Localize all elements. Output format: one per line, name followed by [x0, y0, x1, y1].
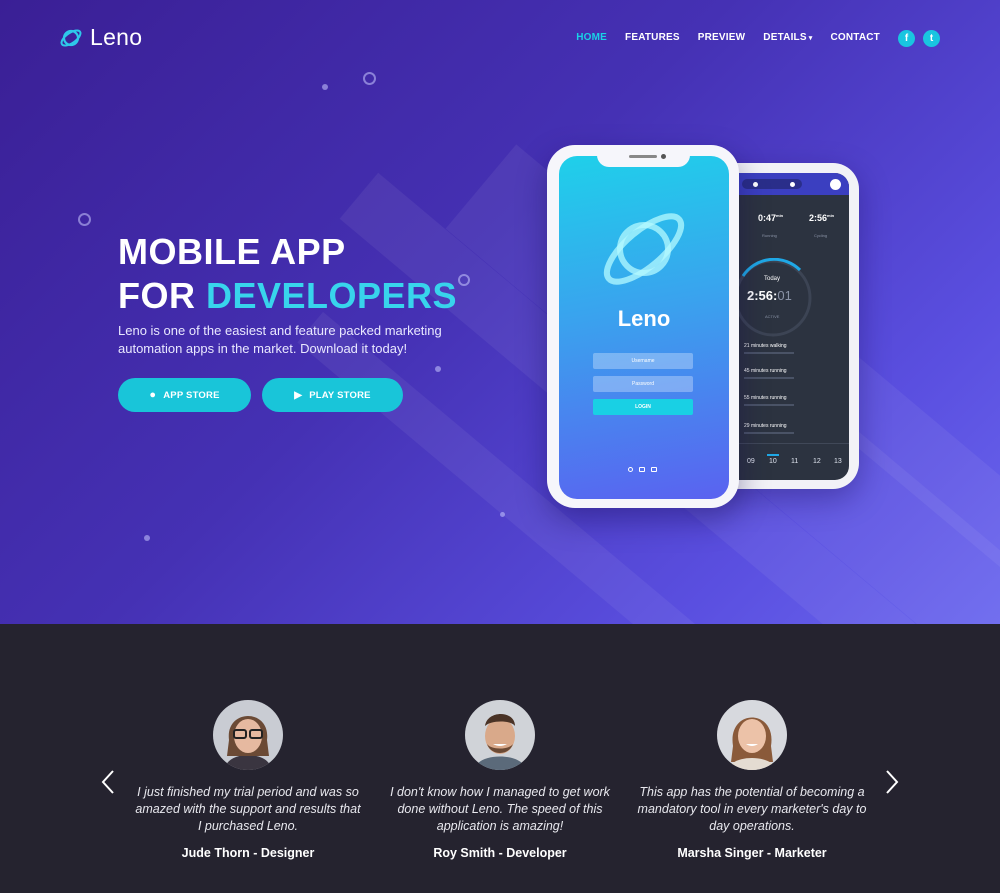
web-icon[interactable] — [628, 467, 633, 472]
camera — [661, 154, 666, 159]
divider — [738, 443, 849, 444]
nav-preview[interactable]: PREVIEW — [698, 32, 746, 43]
stat2-number: 2:56 — [809, 213, 828, 223]
activity-meta — [744, 404, 794, 406]
drop-icon — [790, 182, 795, 187]
brand-logo[interactable]: Leno — [58, 24, 142, 51]
leno-app-logo-icon — [603, 213, 685, 285]
decorative-ring — [78, 213, 91, 226]
twitter-icon[interactable] — [639, 467, 645, 472]
testimonial-author: Jude Thorn - Designer — [181, 846, 315, 860]
activity-item: 21 minutes walking — [744, 343, 787, 349]
hero-section: Leno HOME FEATURES PREVIEW DETAILS ▾ CONT… — [0, 0, 1000, 624]
app-store-button[interactable]: ● APP STORE — [118, 378, 251, 412]
nav-details[interactable]: DETAILS ▾ — [763, 32, 812, 43]
testimonial-quote: I just finished my trial period and was … — [135, 785, 361, 833]
stat2-unit: min — [827, 213, 835, 218]
activity-meta — [744, 432, 794, 434]
apple-icon: ● — [149, 389, 157, 401]
phone-back-screen: 0:47min Running 2:56min Cycling Today 2:… — [738, 173, 849, 480]
decorative-dot — [322, 84, 328, 90]
testimonial-author: Roy Smith - Developer — [433, 846, 567, 860]
username-field[interactable]: Username — [593, 353, 693, 369]
day-11[interactable]: 11 — [791, 458, 798, 465]
activity-meta — [744, 377, 794, 379]
nav-details-label: DETAILS — [763, 32, 807, 43]
decorative-dot — [144, 535, 150, 541]
hero-title-line2: FOR DEVELOPERS — [118, 274, 457, 318]
main-nav: HOME FEATURES PREVIEW DETAILS ▾ CONTACT — [576, 32, 880, 43]
activity-item: 55 minutes running — [744, 395, 787, 401]
leno-logo-icon — [60, 28, 82, 47]
login-button[interactable]: LOGIN — [593, 399, 693, 415]
testimonial-quote: I don't know how I managed to get work d… — [390, 785, 610, 833]
stat1-label: Running — [762, 233, 777, 238]
prev-arrow-icon[interactable] — [98, 768, 118, 796]
timer-status: ACTIVE — [765, 314, 780, 319]
decorative-ring — [363, 72, 376, 85]
testimonial-author: Marsha Singer - Marketer — [677, 846, 827, 860]
timer-dim: 01 — [777, 288, 792, 303]
stat1-unit: min — [776, 213, 784, 218]
activity-item: 29 minutes running — [744, 423, 787, 429]
selected-day-indicator — [767, 454, 779, 456]
day-09[interactable]: 09 — [747, 458, 755, 465]
hero-title-accent: DEVELOPERS — [206, 275, 458, 316]
decorative-ring — [458, 274, 470, 286]
nav-contact[interactable]: CONTACT — [830, 32, 880, 43]
play-store-label: PLAY STORE — [309, 389, 371, 401]
activity-meta — [744, 352, 794, 354]
avatar-jude — [213, 700, 283, 770]
play-icon: ▶ — [294, 389, 303, 401]
youtube-icon[interactable] — [651, 467, 657, 472]
play-store-button[interactable]: ▶ PLAY STORE — [262, 378, 403, 412]
facebook-icon[interactable]: f — [898, 30, 915, 47]
decorative-dot — [500, 512, 505, 517]
hero-title: MOBILE APP FOR DEVELOPERS — [118, 230, 457, 318]
day-10[interactable]: 10 — [769, 458, 777, 465]
next-arrow-icon[interactable] — [882, 768, 902, 796]
brand-name: Leno — [90, 24, 143, 50]
avatar — [465, 700, 535, 770]
app-tab-bar — [738, 173, 849, 195]
today-label: Today — [764, 276, 781, 282]
profile-icon — [830, 179, 841, 190]
avatar-marsha — [717, 700, 787, 770]
hero-subtitle: Leno is one of the easiest and feature p… — [118, 323, 442, 356]
app-store-label: APP STORE — [163, 389, 220, 401]
stat2-value: 2:56min — [809, 213, 834, 223]
stat1-number: 0:47 — [758, 213, 777, 223]
app-name: Leno — [617, 306, 671, 331]
decorative-dot — [435, 366, 441, 372]
day-13[interactable]: 13 — [834, 458, 842, 465]
nav-home[interactable]: HOME — [576, 32, 607, 43]
hero-title-line2-white: FOR — [118, 275, 206, 316]
timer-main: 2:56: — [747, 288, 778, 303]
speaker — [629, 155, 657, 158]
avatar-roy — [465, 700, 535, 770]
hero-title-line1: MOBILE APP — [118, 231, 346, 272]
avatar — [213, 700, 283, 770]
twitter-icon[interactable]: t — [923, 30, 940, 47]
chevron-down-icon: ▾ — [808, 35, 813, 42]
tab-dot-icon — [753, 182, 758, 187]
stat1-value: 0:47min — [758, 213, 783, 223]
activity-item: 45 minutes running — [744, 368, 787, 374]
phone-notch — [597, 150, 690, 167]
password-field[interactable]: Password — [593, 376, 693, 392]
stat2-label: Cycling — [814, 233, 828, 238]
day-12[interactable]: 12 — [813, 458, 821, 465]
phone-front-screen: Leno Username Password LOGIN — [559, 156, 729, 499]
avatar — [717, 700, 787, 770]
timer-value: 2:56:01 — [747, 288, 792, 303]
nav-features[interactable]: FEATURES — [625, 32, 680, 43]
testimonial-quote: This app has the potential of becoming a… — [637, 785, 867, 833]
